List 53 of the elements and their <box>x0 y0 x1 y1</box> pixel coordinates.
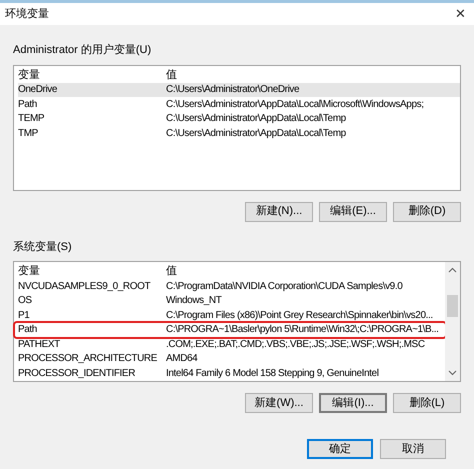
dialog-button[interactable]: 删除(L) <box>393 393 461 413</box>
variable-row[interactable]: Path C:\PROGRA~1\Basler\pylon 5\Runtime\Win32\;C:\PROGRA~1\B... <box>15 322 445 337</box>
variable-value: Windows_NT <box>166 294 222 308</box>
group-label: Administrator 的用户变量(U) <box>13 42 152 58</box>
dialog-button[interactable]: 编辑(E)... <box>319 202 387 222</box>
variable-name: PROCESSOR_IDENTIFIER <box>18 366 136 381</box>
variable-name: NVCUDASAMPLES9_0_ROOT <box>18 280 152 294</box>
scrollbar[interactable] <box>445 262 460 381</box>
window-title: 环境变量 <box>5 6 49 22</box>
variable-row[interactable]: Path C:\Users\Administrator\AppData\Local\Microsoft\WindowsApps; <box>18 97 460 112</box>
variable-name: OS <box>18 294 33 308</box>
variable-row[interactable]: OS Windows_NT <box>18 294 445 308</box>
variable-value: C:\ProgramData\NVIDIA Corporation\CUDA Samples\v9.0 <box>166 280 402 294</box>
variable-name: Path <box>18 98 38 112</box>
dialog-button[interactable]: 新建(N)... <box>245 202 313 222</box>
scroll-down-icon[interactable] <box>448 370 457 376</box>
variable-value: C:\Users\Administrator\AppData\Local\Temp <box>166 112 346 126</box>
variable-name: PROCESSOR_ARCHITECTURE <box>18 352 158 366</box>
column-header[interactable]: 变量 <box>18 66 166 84</box>
variable-name: TEMP <box>18 112 46 126</box>
variable-row[interactable]: TEMP C:\Users\Administrator\AppData\Local\Temp <box>18 112 460 126</box>
dialog-button[interactable]: 删除(D) <box>393 202 461 222</box>
variable-row[interactable]: TMP C:\Users\Administrator\AppData\Local\Temp <box>18 126 460 140</box>
close-button[interactable]: ✕ <box>455 4 469 24</box>
variable-name: TMP <box>18 126 39 141</box>
variable-name: OneDrive <box>18 83 58 98</box>
variable-value: Intel64 Family 6 Model 158 Stepping 9, GenuineIntel <box>166 366 379 381</box>
variable-value: AMD64 <box>166 352 198 366</box>
variable-row[interactable]: P1 C:\Program Files (x86)\Point Grey Research\Spinnaker\bin\vs20... <box>18 308 445 322</box>
variable-row[interactable]: PROCESSOR_IDENTIFIER Intel64 Family 6 Model 158 Stepping 9, GenuineIntel <box>18 366 445 380</box>
dialog-button[interactable]: 取消 <box>380 439 446 459</box>
variable-name: PATHEXT <box>18 338 61 352</box>
scroll-thumb[interactable] <box>447 295 458 317</box>
variable-value: C:\Users\Administrator\OneDrive <box>166 83 300 98</box>
variable-value: .COM;.EXE;.BAT;.CMD;.VBS;.VBE;.JS;.JSE;.WSF;.WSH;.MSC <box>166 338 425 352</box>
variable-row[interactable]: OneDrive C:\Users\Administrator\OneDrive <box>18 82 460 97</box>
group-label: 系统变量(S) <box>13 240 73 254</box>
variable-row[interactable]: NVCUDASAMPLES9_0_ROOT C:\ProgramData\NVIDIA Corporation\CUDA Samples\v9.0 <box>18 279 445 294</box>
scroll-up-icon[interactable] <box>448 267 457 273</box>
variable-row[interactable]: PATHEXT .COM;.EXE;.BAT;.CMD;.VBS;.VBE;.JS;.JSE;.WSF;.WSH;.MSC <box>18 337 445 352</box>
variable-value: C:\PROGRA~1\Basler\pylon 5\Runtime\Win32\;C:\PROGRA~1\B... <box>166 323 438 338</box>
variable-value: C:\Users\Administrator\AppData\Local\Temp <box>166 126 346 141</box>
variable-value: C:\Users\Administrator\AppData\Local\Microsoft\WindowsApps; <box>166 98 424 112</box>
variable-name: Path <box>18 323 38 338</box>
variable-row[interactable]: PROCESSOR_ARCHITECTURE AMD64 <box>18 352 445 366</box>
variable-name: P1 <box>18 308 30 323</box>
column-header[interactable]: 值 <box>166 66 177 84</box>
dialog-button[interactable]: 确定 <box>307 439 373 459</box>
dialog-button[interactable]: 新建(W)... <box>245 393 313 413</box>
column-header[interactable]: 值 <box>166 263 177 280</box>
variable-value: C:\Program Files (x86)\Point Grey Research\Spinnaker\bin\vs20... <box>166 308 433 323</box>
column-header[interactable]: 变量 <box>18 263 166 280</box>
dialog-button[interactable]: 编辑(I)... <box>319 393 387 413</box>
